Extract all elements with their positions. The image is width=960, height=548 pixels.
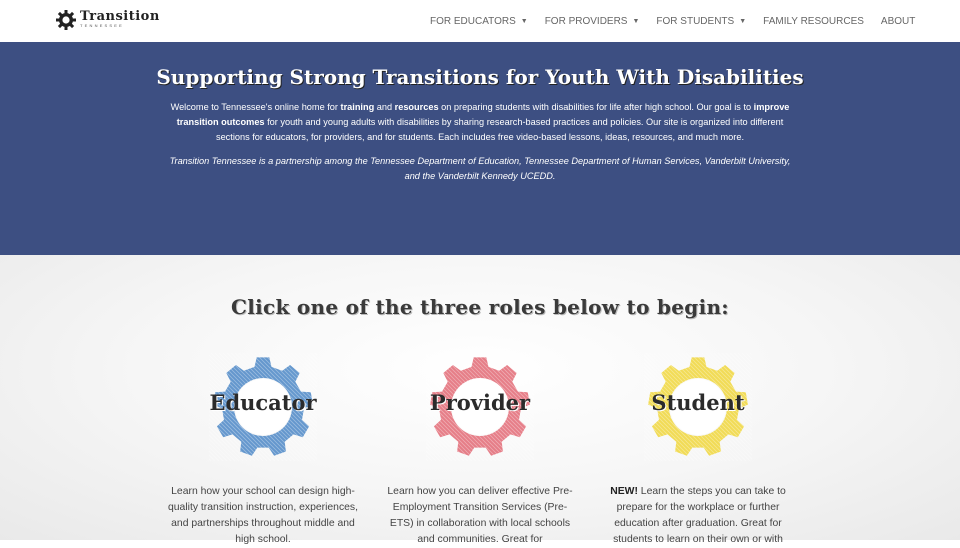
nav-family-resources[interactable]: FAMILY RESOURCES <box>763 16 864 27</box>
roles-heading: Click one of the three roles below to be… <box>231 295 729 319</box>
nav-label: ABOUT <box>880 15 916 27</box>
roles-section: Click one of the three roles below to be… <box>0 255 960 545</box>
nav-for-educators[interactable]: FOR EDUCATORS ▼ <box>430 16 528 27</box>
role-card-student[interactable]: Student NEW! Learn the steps you can tak… <box>603 353 793 548</box>
logo-subtitle: TENNESSEE <box>80 23 125 28</box>
hero-banner: Supporting Strong Transitions for Youth … <box>0 42 960 255</box>
nav-label: FOR EDUCATORS <box>430 15 516 27</box>
role-description-educator: Learn how your school can design high-qu… <box>168 486 359 545</box>
gear-logo-icon <box>56 10 76 30</box>
main-nav: FOR EDUCATORS ▼ FOR PROVIDERS ▼ FOR STUD… <box>430 0 932 42</box>
role-description-provider: Learn how you can deliver effective Pre-… <box>387 486 573 545</box>
site-header: Transition TENNESSEE FOR EDUCATORS ▼ FOR… <box>0 0 960 43</box>
role-card-educator[interactable]: Educator Learn how your school can desig… <box>168 353 358 548</box>
caret-down-icon: ▼ <box>739 17 747 25</box>
hero-title: Supporting Strong Transitions for Youth … <box>156 65 804 89</box>
student-gear[interactable]: Student <box>644 353 752 461</box>
logo-title: Transition <box>80 9 160 24</box>
role-label-student: Student <box>651 390 745 415</box>
nav-for-providers[interactable]: FOR PROVIDERS ▼ <box>545 16 640 27</box>
nav-label: FAMILY RESOURCES <box>763 15 864 27</box>
nav-for-students[interactable]: FOR STUDENTS ▼ <box>656 16 746 27</box>
caret-down-icon: ▼ <box>520 17 528 25</box>
provider-gear[interactable]: Provider <box>426 353 534 461</box>
role-card-provider[interactable]: Provider Learn how you can deliver effec… <box>385 353 575 548</box>
role-label-provider: Provider <box>429 390 531 415</box>
caret-down-icon: ▼ <box>632 17 640 25</box>
role-description-student: NEW! Learn the steps you can take to pre… <box>610 486 786 545</box>
site-logo[interactable]: Transition TENNESSEE <box>56 10 160 30</box>
nav-label: FOR PROVIDERS <box>544 15 628 27</box>
nav-about[interactable]: ABOUT <box>881 16 915 27</box>
nav-label: FOR STUDENTS <box>656 15 735 27</box>
educator-gear[interactable]: Educator <box>209 353 317 461</box>
hero-intro: Welcome to Tennessee's online home for t… <box>170 102 790 142</box>
hero-partnership-note: Transition Tennessee is a partnership am… <box>169 156 791 181</box>
role-label-educator: Educator <box>209 390 317 415</box>
